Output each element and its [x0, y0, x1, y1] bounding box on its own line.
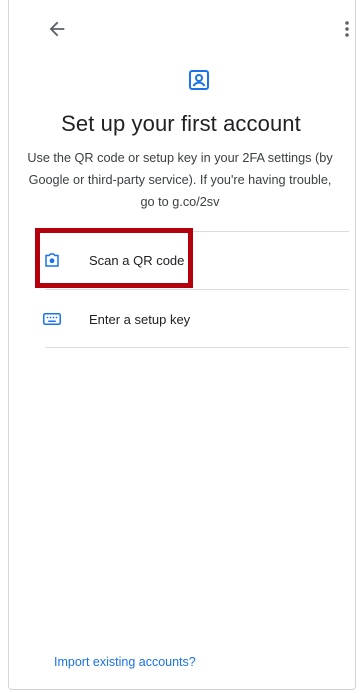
scan-qr-code-option[interactable]: Scan a QR code [33, 232, 349, 288]
more-vert-icon[interactable] [342, 18, 352, 40]
divider-bottom [45, 347, 349, 348]
top-app-bar [0, 0, 360, 58]
camera-icon [45, 253, 59, 267]
screen: Set up your first account Use the QR cod… [0, 0, 360, 693]
divider-middle [45, 289, 349, 290]
arrow-back-icon[interactable] [46, 18, 68, 40]
enter-setup-key-label: Enter a setup key [89, 311, 191, 327]
enter-setup-key-option[interactable]: Enter a setup key [33, 291, 349, 347]
import-existing-accounts-link[interactable]: Import existing accounts? [54, 655, 196, 669]
account-box-icon [189, 70, 209, 90]
scan-qr-code-label: Scan a QR code [89, 252, 185, 268]
page-title: Set up your first account [61, 111, 301, 136]
keyboard-icon [43, 313, 61, 325]
setup-description: Use the QR code or setup key in your 2FA… [27, 151, 333, 209]
